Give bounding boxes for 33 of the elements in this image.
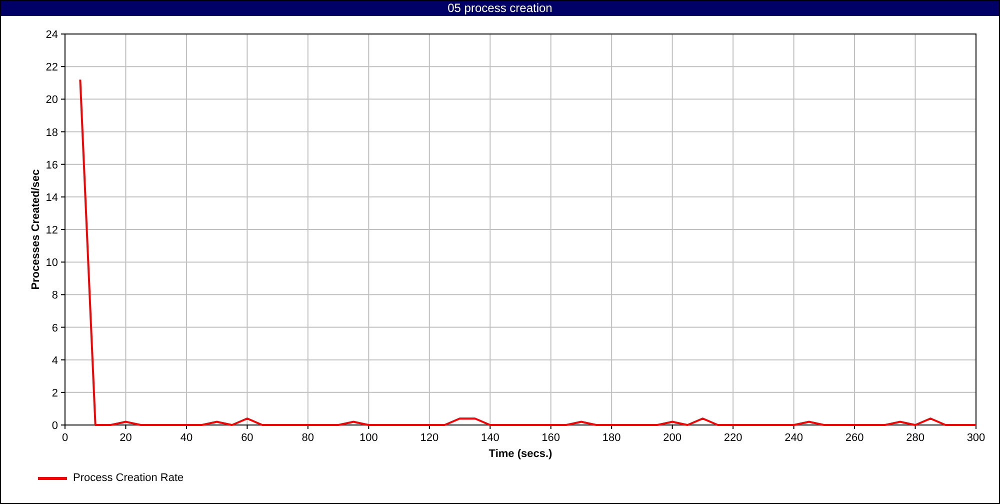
x-axis-title: Time (secs.)	[488, 448, 552, 460]
y-tick-label: 6	[52, 322, 58, 334]
x-tick-label: 160	[542, 432, 560, 444]
y-tick-label: 20	[46, 94, 58, 106]
x-tick-label: 300	[966, 432, 986, 444]
x-tick-label: 0	[62, 432, 68, 444]
window-title: 05 process creation	[1, 1, 999, 16]
y-tick-label: 22	[46, 62, 58, 74]
y-tick-label: 12	[46, 224, 58, 236]
x-tick-label: 20	[120, 432, 132, 444]
legend-label: Process Creation Rate	[73, 472, 184, 484]
x-tick-label: 80	[302, 432, 314, 444]
x-tick-label: 140	[480, 432, 500, 444]
y-tick-label: 14	[46, 192, 58, 204]
x-tick-label: 260	[845, 432, 864, 444]
x-tick-label: 40	[180, 432, 193, 444]
x-tick-label: 180	[602, 432, 621, 444]
x-tick-label: 120	[420, 432, 439, 444]
y-tick-label: 4	[52, 354, 58, 367]
x-tick-label: 280	[906, 432, 924, 444]
y-tick-label: 24	[46, 29, 58, 41]
y-tick-label: 10	[46, 257, 58, 270]
y-tick-label: 8	[52, 290, 58, 302]
y-axis-title: Processes Created/sec	[30, 169, 42, 290]
y-tick-label: 0	[52, 420, 58, 432]
x-tick-label: 200	[663, 432, 682, 444]
y-tick-label: 16	[46, 159, 58, 172]
y-tick-label: 2	[52, 387, 58, 400]
y-tick-label: 18	[46, 126, 58, 139]
x-tick-label: 240	[784, 432, 803, 444]
x-tick-label: 60	[241, 432, 254, 444]
x-tick-label: 100	[359, 432, 378, 444]
x-tick-label: 220	[724, 432, 742, 444]
